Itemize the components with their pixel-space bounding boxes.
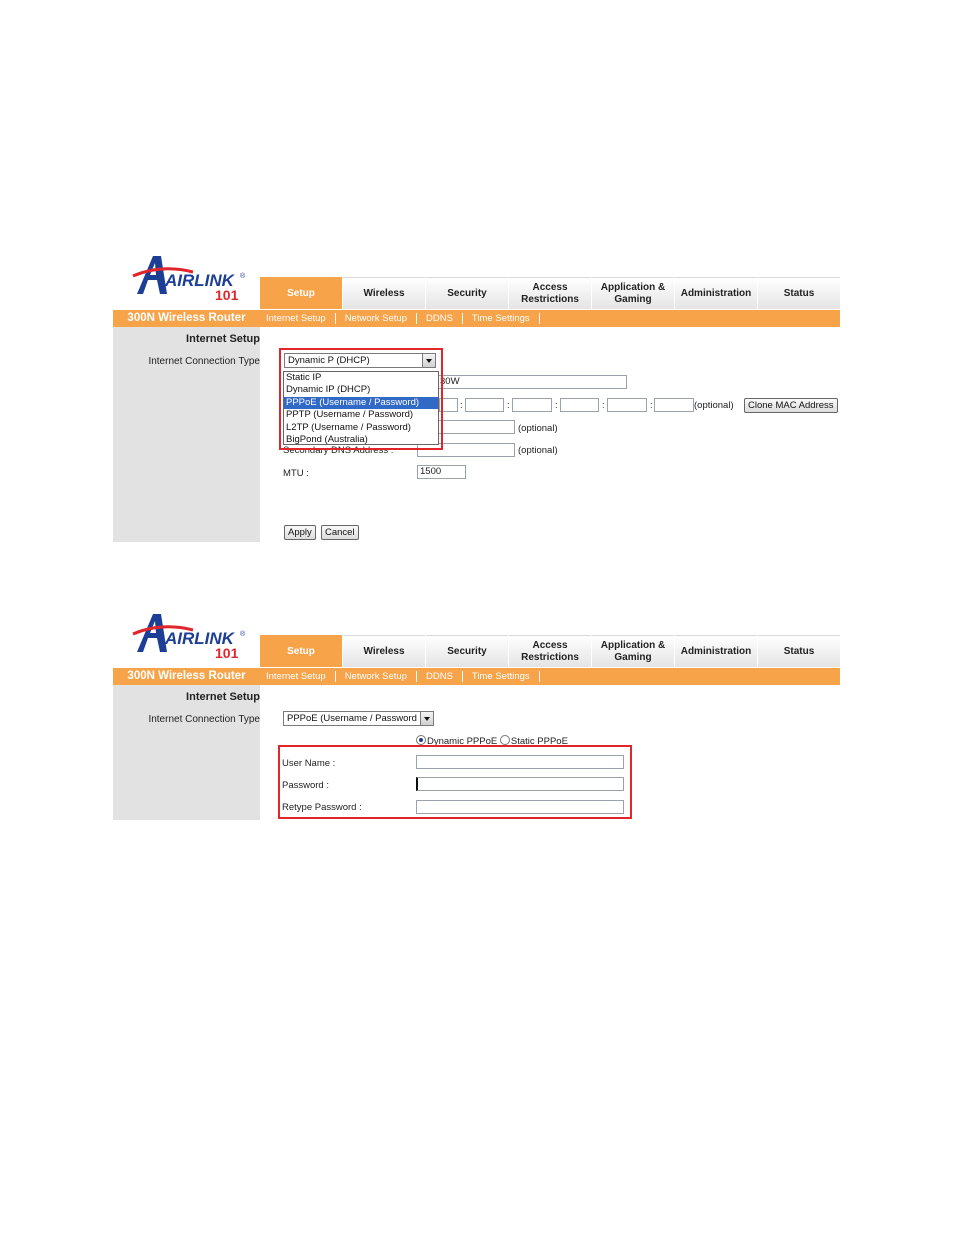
highlight-box (279, 348, 443, 450)
tab-security[interactable]: Security (426, 635, 508, 667)
connection-type-select[interactable]: PPPoE (Username / Password (283, 711, 434, 726)
product-name: 300N Wireless Router (127, 670, 246, 682)
subnav: Internet Setup Network Setup DDNS Time S… (266, 310, 549, 327)
subnav-separator (538, 671, 540, 682)
tab-status[interactable]: Status (758, 635, 840, 667)
sidebar: Internet Setup Internet Connection Type (113, 327, 260, 542)
tab-wireless[interactable]: Wireless (343, 635, 425, 667)
subnav-separator (416, 313, 417, 324)
clone-mac-button[interactable]: Clone MAC Address (744, 398, 838, 413)
secondary-dns-optional: (optional) (518, 445, 558, 456)
router-screenshot-1: AIRLINK ® 101 Setup Wireless Security Ac… (113, 246, 840, 542)
tab-access-restrictions[interactable]: Access Restrictions (509, 277, 591, 309)
mac-separator: : (555, 400, 558, 411)
router-screenshot-2: AIRLINK ® 101 Setup Wireless Security Ac… (113, 604, 840, 820)
subnav-network-setup[interactable]: Network Setup (345, 668, 407, 685)
mac-separator: : (460, 400, 463, 411)
subnav-internet-setup[interactable]: Internet Setup (266, 668, 326, 685)
logo-number: 101 (215, 645, 239, 658)
logo-registered-mark: ® (240, 630, 246, 638)
tab-wireless[interactable]: Wireless (343, 277, 425, 309)
main-tabs: Setup Wireless Security Access Restricti… (260, 635, 840, 667)
mac-octet-3[interactable] (512, 398, 552, 412)
sidebar: Internet Setup Internet Connection Type (113, 685, 260, 820)
connection-type-label: Internet Connection Type (148, 714, 260, 725)
subnav: Internet Setup Network Setup DDNS Time S… (266, 668, 549, 685)
mac-separator: : (602, 400, 605, 411)
chevron-down-icon[interactable] (420, 712, 433, 725)
subnav-ddns[interactable]: DDNS (426, 668, 453, 685)
subnav-separator (461, 671, 463, 682)
connection-type-label: Internet Connection Type (148, 356, 260, 367)
airlink-logo: AIRLINK ® 101 (131, 250, 251, 303)
subnav-network-setup[interactable]: Network Setup (345, 310, 407, 327)
mtu-label: MTU : (283, 468, 309, 479)
host-name-input[interactable]: 30W (437, 375, 627, 389)
mac-octet-6[interactable] (654, 398, 694, 412)
tab-setup[interactable]: Setup (260, 635, 342, 667)
subnav-bar: 300N Wireless Router Internet Setup Netw… (113, 310, 840, 327)
tab-administration[interactable]: Administration (675, 635, 757, 667)
subnav-separator (334, 671, 336, 682)
connection-type-value: PPPoE (Username / Password (287, 713, 417, 724)
mac-octet-5[interactable] (607, 398, 647, 412)
apply-button[interactable]: Apply (284, 525, 316, 540)
subnav-ddns[interactable]: DDNS (426, 310, 453, 327)
mac-optional-label: (optional) (694, 400, 734, 411)
subnav-separator (461, 313, 463, 324)
mac-octet-4[interactable] (560, 398, 599, 412)
subnav-time-settings[interactable]: Time Settings (472, 310, 530, 327)
subnav-internet-setup[interactable]: Internet Setup (266, 310, 326, 327)
airlink-logo: AIRLINK ® 101 (131, 608, 251, 661)
mac-octet-2[interactable] (465, 398, 504, 412)
section-title: Internet Setup (186, 691, 260, 703)
product-name: 300N Wireless Router (127, 312, 246, 324)
subnav-time-settings[interactable]: Time Settings (472, 668, 530, 685)
subnav-separator (416, 671, 417, 682)
tab-setup[interactable]: Setup (260, 277, 342, 309)
tab-status[interactable]: Status (758, 277, 840, 309)
subnav-separator (334, 313, 336, 324)
tab-application-gaming[interactable]: Application & Gaming (592, 635, 674, 667)
logo-number: 101 (215, 287, 239, 300)
tab-security[interactable]: Security (426, 277, 508, 309)
subnav-separator (538, 313, 540, 324)
radio-dynamic-pppoe[interactable] (416, 735, 426, 745)
mtu-input[interactable]: 1500 (417, 465, 466, 479)
main-tabs: Setup Wireless Security Access Restricti… (260, 277, 840, 309)
tab-application-gaming[interactable]: Application & Gaming (592, 277, 674, 309)
section-title: Internet Setup (186, 333, 260, 345)
cancel-button[interactable]: Cancel (321, 525, 359, 540)
mac-separator: : (650, 400, 653, 411)
radio-static-pppoe[interactable] (499, 735, 510, 745)
primary-dns-optional: (optional) (518, 423, 558, 434)
highlight-box (278, 745, 632, 819)
subnav-bar: 300N Wireless Router Internet Setup Netw… (113, 668, 840, 685)
tab-administration[interactable]: Administration (675, 277, 757, 309)
logo-registered-mark: ® (240, 272, 246, 280)
tab-access-restrictions[interactable]: Access Restrictions (509, 635, 591, 667)
mac-separator: : (507, 400, 510, 411)
